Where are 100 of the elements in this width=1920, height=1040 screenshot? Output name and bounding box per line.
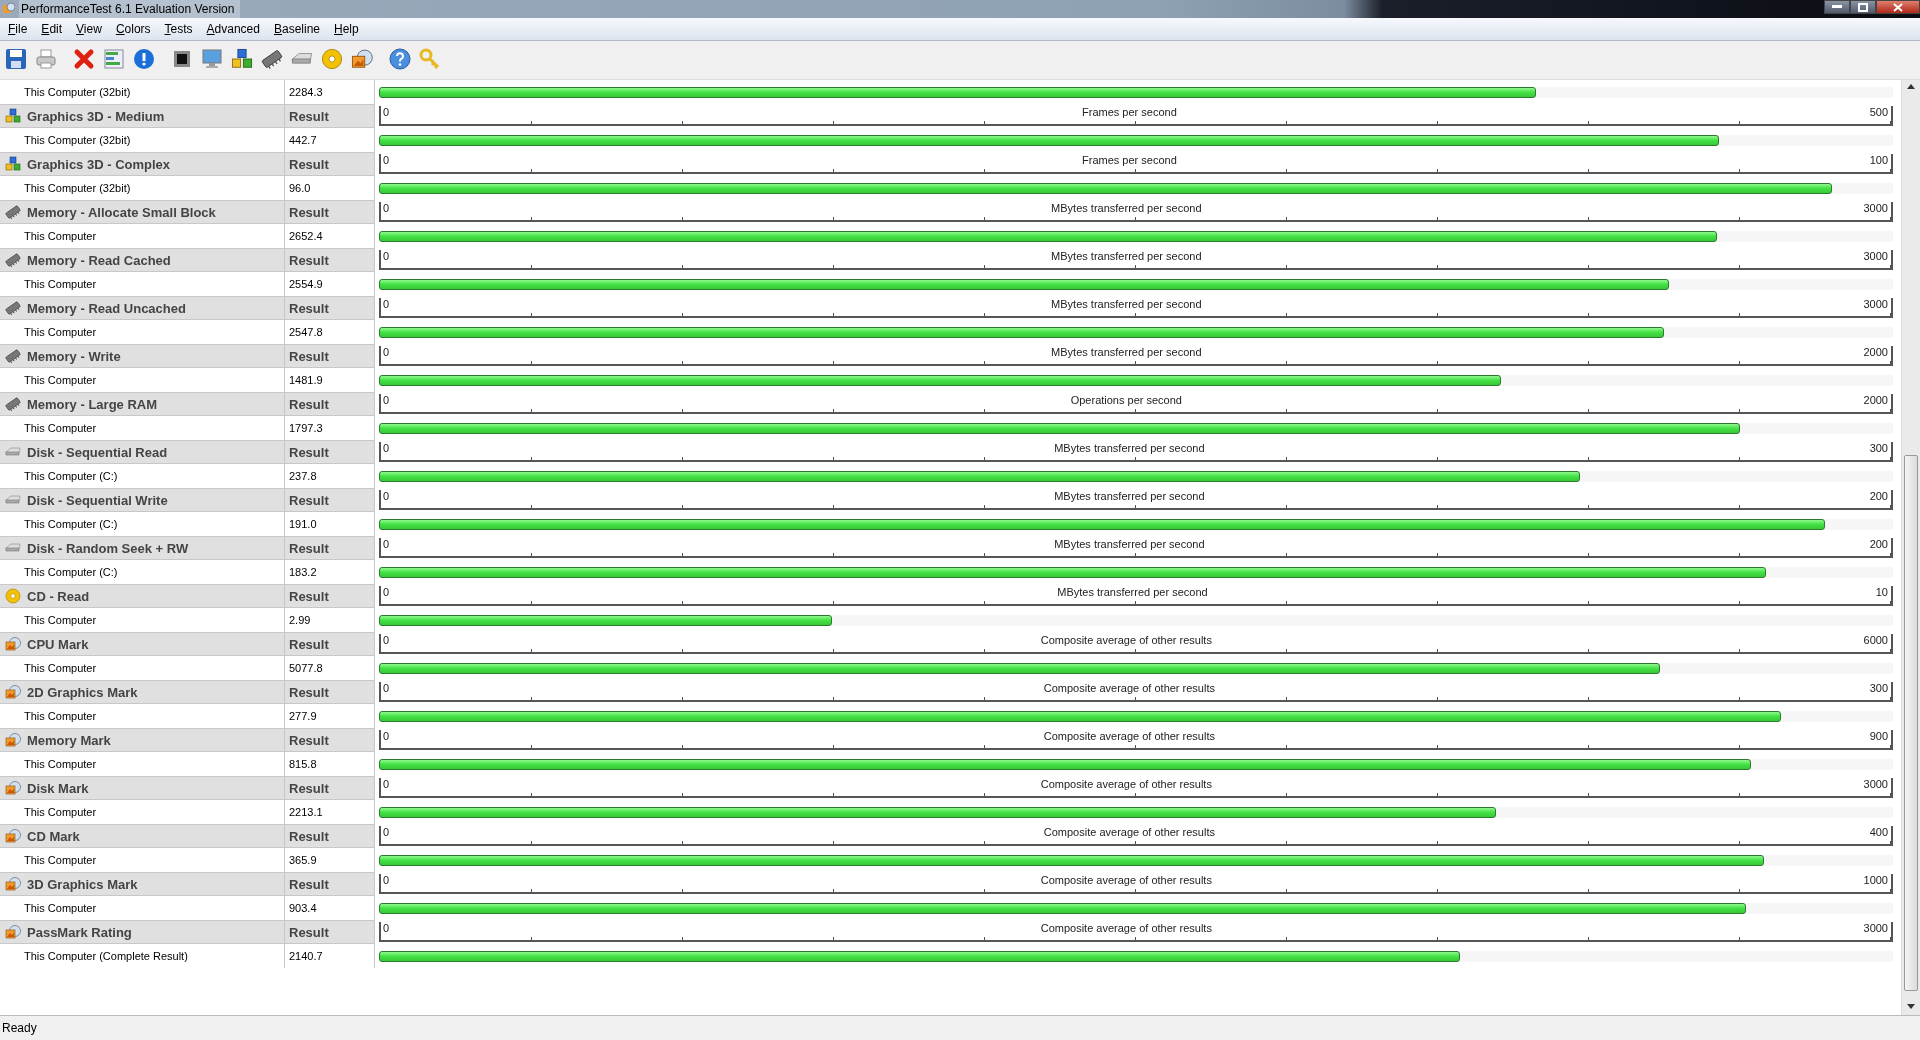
memory-chip-icon bbox=[5, 204, 21, 220]
scrollbar[interactable] bbox=[1901, 80, 1920, 1015]
scroll-up-icon[interactable] bbox=[1907, 84, 1915, 89]
axis-label: 1000 bbox=[1863, 874, 1889, 886]
picture-stopwatch-icon bbox=[5, 780, 21, 796]
result-value: 191.0 bbox=[289, 518, 317, 530]
axis-label: 0 bbox=[382, 730, 390, 742]
menu-item[interactable]: Help bbox=[328, 20, 365, 38]
axis-label: 0 bbox=[382, 490, 390, 502]
axis-unit-label: Composite average of other results bbox=[1040, 922, 1212, 934]
test-name: CD Mark bbox=[27, 828, 80, 844]
scroll-down-icon[interactable] bbox=[1907, 1004, 1915, 1009]
menu-item[interactable]: Colors bbox=[109, 20, 157, 38]
axis-unit-label: Composite average of other results bbox=[1040, 874, 1212, 886]
test-name: 3D Graphics Mark bbox=[27, 876, 138, 892]
result-label: This Computer (C:) bbox=[23, 470, 118, 482]
close-button[interactable] bbox=[1876, 0, 1920, 14]
memory-chip-icon bbox=[5, 252, 21, 268]
column-label: Result bbox=[289, 444, 329, 460]
test-name: Memory - Write bbox=[27, 348, 121, 364]
axis-label: 0 bbox=[382, 346, 390, 358]
axis-label: 0 bbox=[382, 202, 390, 214]
result-label: This Computer bbox=[23, 326, 97, 338]
axis-label: 3000 bbox=[1863, 202, 1889, 214]
column-label: Result bbox=[289, 636, 329, 652]
menu-item[interactable]: File bbox=[2, 20, 34, 38]
test-name: Graphics 3D - Complex bbox=[27, 156, 171, 172]
result-value: 365.9 bbox=[289, 854, 317, 866]
result-value: 277.9 bbox=[289, 710, 317, 722]
result-value: 2554.9 bbox=[289, 278, 323, 290]
maximize-button[interactable] bbox=[1850, 0, 1876, 14]
result-label: This Computer bbox=[23, 278, 97, 290]
axis-label: 0 bbox=[382, 778, 390, 790]
axis-unit-label: Frames per second bbox=[1082, 106, 1177, 118]
result-value: 237.8 bbox=[289, 470, 317, 482]
axis-unit-label: Composite average of other results bbox=[1043, 682, 1215, 694]
result-label: This Computer bbox=[23, 854, 97, 866]
result-label: This Computer bbox=[23, 758, 97, 770]
column-label: Result bbox=[289, 156, 329, 172]
cubes-icon bbox=[5, 108, 21, 124]
test-name: Memory - Large RAM bbox=[27, 396, 158, 412]
result-label: This Computer (Complete Result) bbox=[23, 950, 188, 962]
axis-unit-label: Composite average of other results bbox=[1043, 730, 1215, 742]
axis-unit-label: MBytes transferred per second bbox=[1054, 538, 1205, 550]
picture-stopwatch-icon bbox=[5, 732, 21, 748]
test-name: Memory - Read Cached bbox=[27, 252, 171, 268]
menu-item[interactable]: Tests bbox=[158, 20, 199, 38]
cubes-icon bbox=[5, 156, 21, 172]
axis-label: 3000 bbox=[1863, 922, 1889, 934]
result-value: 183.2 bbox=[289, 566, 317, 578]
menu-item[interactable]: Advanced bbox=[200, 20, 266, 38]
minimize-button[interactable] bbox=[1824, 0, 1850, 14]
help-icon[interactable] bbox=[387, 46, 413, 72]
axis-label: 0 bbox=[382, 922, 390, 934]
axis-label: 3000 bbox=[1863, 250, 1889, 262]
axis-label: 200 bbox=[1869, 538, 1889, 550]
axis-label: 0 bbox=[382, 586, 390, 598]
menu-item[interactable]: View bbox=[70, 20, 108, 38]
test-name: Graphics 3D - Medium bbox=[27, 108, 165, 124]
axis-unit-label: Frames per second bbox=[1082, 154, 1177, 166]
save-icon[interactable] bbox=[3, 46, 29, 72]
result-label: This Computer bbox=[23, 230, 97, 242]
axis-label: 3000 bbox=[1863, 298, 1889, 310]
result-value: 2.99 bbox=[289, 614, 311, 626]
column-label: Result bbox=[289, 300, 329, 316]
axis-unit-label: Composite average of other results bbox=[1040, 634, 1212, 646]
bar-chart-icon[interactable] bbox=[101, 46, 127, 72]
info-icon[interactable] bbox=[131, 46, 157, 72]
column-label: Result bbox=[289, 588, 329, 604]
result-value: 96.0 bbox=[289, 182, 311, 194]
printer-icon[interactable] bbox=[33, 46, 59, 72]
picture-stopwatch-icon bbox=[5, 924, 21, 940]
menu-item[interactable]: Edit bbox=[35, 20, 69, 38]
cd-icon bbox=[5, 588, 21, 604]
result-label: This Computer bbox=[23, 710, 97, 722]
column-label: Result bbox=[289, 684, 329, 700]
axis-label: 100 bbox=[1869, 154, 1889, 166]
result-value: 2547.8 bbox=[289, 326, 323, 338]
result-label: This Computer bbox=[23, 806, 97, 818]
axis-unit-label: Composite average of other results bbox=[1040, 778, 1212, 790]
column-label: Result bbox=[289, 252, 329, 268]
result-label: This Computer bbox=[23, 614, 97, 626]
result-value: 5077.8 bbox=[289, 662, 323, 674]
cd-icon[interactable] bbox=[319, 46, 345, 72]
picture-stopwatch-icon bbox=[5, 684, 21, 700]
column-label: Result bbox=[289, 924, 329, 940]
result-label: This Computer (C:) bbox=[23, 518, 118, 530]
scrollbar-thumb[interactable] bbox=[1904, 455, 1918, 991]
axis-unit-label: MBytes transferred per second bbox=[1051, 298, 1202, 310]
test-name: Disk - Sequential Write bbox=[27, 492, 168, 508]
column-label: Result bbox=[289, 348, 329, 364]
picture-stopwatch-icon bbox=[5, 636, 21, 652]
result-value: 2284.3 bbox=[289, 86, 323, 98]
picture-stopwatch-icon bbox=[5, 876, 21, 892]
result-value: 815.8 bbox=[289, 758, 317, 770]
picture-stopwatch-icon bbox=[5, 828, 21, 844]
result-label: This Computer (C:) bbox=[23, 566, 118, 578]
column-label: Result bbox=[289, 396, 329, 412]
menu-item[interactable]: Baseline bbox=[267, 20, 326, 38]
axis-unit-label: MBytes transferred per second bbox=[1057, 586, 1208, 598]
